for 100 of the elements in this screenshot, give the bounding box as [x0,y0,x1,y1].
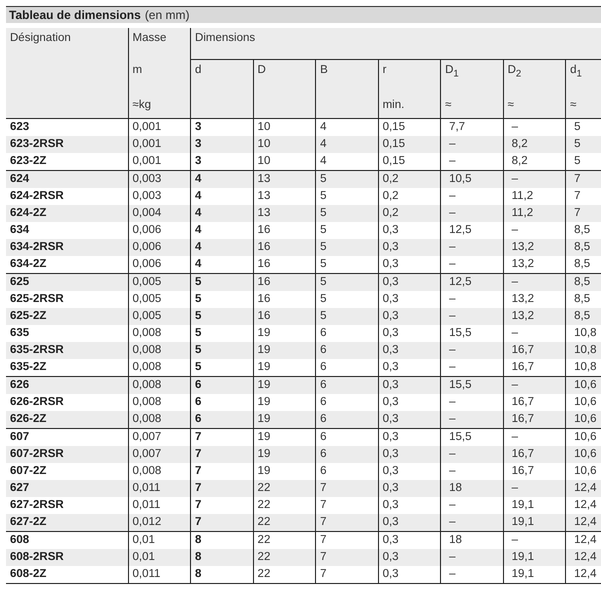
table-cell: 12,4 [566,566,601,584]
table-cell: 16,7 [503,446,566,463]
table-cell: 634 [6,222,128,239]
table-cell: 626 [6,376,128,394]
table-cell: 10 [253,136,316,153]
table-cell: 16 [253,239,316,256]
table-cell: 607-2RSR [6,446,128,463]
table-cell: 13,2 [503,239,566,256]
table-cell: 5 [190,274,254,291]
table-cell: – [503,170,566,188]
table-cell: 0,3 [378,480,441,497]
table-cell: 0,008 [128,411,191,428]
table-cell: 0,012 [128,514,191,532]
table-cell: 12,4 [566,480,601,497]
table-cell: – [440,205,504,222]
column-header: D$_{2}$ [508,64,522,80]
table-cell: 0,15 [378,136,441,153]
table-cell: 5 [316,239,378,256]
table-cell: 623-2RSR [6,136,128,153]
table-cell: 0,3 [378,376,441,394]
table-cell: 19 [253,446,316,463]
column-header: Dimensions [190,28,601,60]
table-cell: 7 [566,205,601,222]
table-cell: 10,6 [566,376,601,394]
table-cell: 16,7 [503,342,566,359]
table-cell: 3 [190,136,254,153]
table-cell: 0,3 [378,411,441,428]
table-cell: 13,2 [503,308,566,325]
table-cell: 635-2RSR [6,342,128,359]
column-header: D$_{1}$ [445,64,460,80]
table-cell: 0,3 [378,342,441,359]
table-cell: 624 [6,170,128,188]
table-cell: 0,005 [128,274,191,291]
table-cell: 10,5 [440,170,504,188]
table-cell: 7 [190,480,254,497]
table-cell: 5 [190,308,254,325]
table-cell: – [503,274,566,291]
table-cell: 8 [190,566,254,584]
column-header: Désignation [6,28,128,118]
table-cell: 0,2 [378,205,441,222]
table-cell: 4 [316,136,378,153]
table-cell: 0,3 [378,446,441,463]
table-cell: – [440,549,504,566]
table-cell: 19,1 [503,549,566,566]
table-cell: – [440,239,504,256]
unit-label: ≈ [508,99,515,111]
table-cell: 7 [190,446,254,463]
table-title: Tableau de dimensions [9,7,141,23]
table-cell: 8,5 [566,239,601,256]
table-cell: 634-2Z [6,256,128,274]
table-cell: 7 [316,566,378,584]
column-header: m [132,64,144,76]
table-cell: 635-2Z [6,359,128,376]
column-header: d$_{1}$ [570,64,583,80]
unit-label: ≈ [445,99,452,111]
table-cell: 8,2 [503,136,566,153]
table-cell: 0,011 [128,566,191,584]
table-cell: 635 [6,325,128,342]
table-cell: 627-2Z [6,514,128,532]
table-cell: 0,2 [378,170,441,188]
table-cell: – [440,514,504,532]
table-cell: 22 [253,549,316,566]
table-cell: 5 [316,308,378,325]
table-cell: 0,005 [128,308,191,325]
table-cell: 13 [253,170,316,188]
unit-label: ≈ [570,99,578,111]
table-cell: 19 [253,376,316,394]
table-cell: 4 [190,170,254,188]
table-cell: 624-2RSR [6,188,128,205]
column-header: d [195,64,202,76]
table-cell: 624-2Z [6,205,128,222]
table-cell: 7 [316,514,378,532]
table-cell: 22 [253,566,316,584]
unit-label: min. [382,99,406,111]
table-cell: 6 [316,342,378,359]
unit-note: (en mm) [144,7,190,23]
table-cell: 0,3 [378,549,441,566]
table-cell: 0,003 [128,170,191,188]
table-cell: 5 [316,205,378,222]
table-cell: 6 [190,376,254,394]
table-cell: 0,008 [128,342,191,359]
table-cell: 6 [316,376,378,394]
table-cell: 10,6 [566,446,601,463]
table-cell: 608-2RSR [6,549,128,566]
table-cell: 5 [566,136,601,153]
table-cell: 19 [253,411,316,428]
table-cell: 16 [253,274,316,291]
table-cell: 627-2RSR [6,497,128,514]
table-cell: 0,006 [128,239,191,256]
table-cell: 0,011 [128,480,191,497]
table-cell: 19 [253,342,316,359]
table-cell: 10,6 [566,411,601,428]
table-cell: 0,001 [128,136,191,153]
table-cell: 10,8 [566,342,601,359]
table-cell: 7 [316,480,378,497]
table-cell: 4 [190,205,254,222]
table-cell: 22 [253,514,316,532]
table-cell: 634-2RSR [6,239,128,256]
table-cell: 15,5 [440,376,504,394]
table-cell: 607-2Z [6,463,128,480]
